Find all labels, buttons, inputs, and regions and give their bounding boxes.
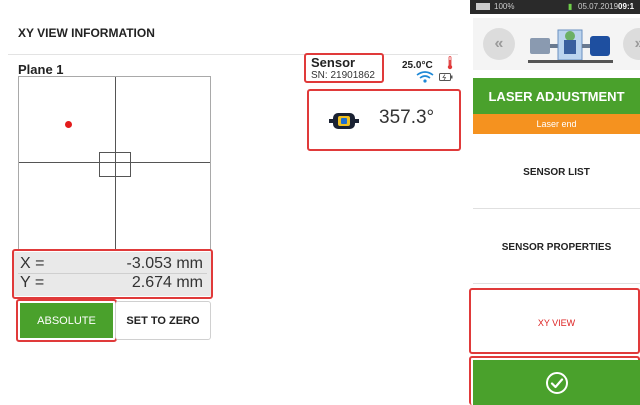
plane-label: Plane 1 (18, 62, 64, 77)
status-datetime: 05.07.201909:1 (578, 2, 634, 11)
prev-arrow-icon[interactable]: « (483, 28, 515, 60)
next-arrow-icon[interactable]: » (623, 28, 640, 60)
y-label: Y = (20, 274, 45, 291)
laser-end-badge: Laser end (473, 114, 640, 134)
confirm-button[interactable] (473, 360, 640, 405)
sensor-serial: SN: 21901862 (311, 70, 375, 81)
wifi-icon (416, 71, 434, 83)
plot-target-box (99, 152, 131, 177)
sensor-title: Sensor (311, 55, 356, 70)
x-readout-row: X = -3.053 mm (20, 255, 203, 275)
sidebar-item-sensor-properties[interactable]: SENSOR PROPERTIES (473, 212, 640, 284)
thermometer-icon (447, 56, 453, 70)
x-label: X = (20, 255, 45, 272)
set-to-zero-button[interactable]: SET TO ZERO (115, 301, 211, 340)
sidebar-item-xy-view[interactable]: XY VIEW (473, 290, 640, 356)
plot-position-marker (65, 121, 72, 128)
laser-sensor-icon (329, 113, 359, 129)
header-divider (8, 54, 458, 55)
status-date: 05.07.2019 (578, 2, 619, 11)
angle-value: 357.3° (379, 107, 435, 128)
y-value: 2.674 mm (131, 274, 203, 291)
status-battery-pct: 100% (494, 2, 515, 11)
xy-plot (18, 76, 211, 250)
angle-display: 357.3° (309, 91, 459, 149)
laser-adjustment-button[interactable]: LASER ADJUSTMENT (473, 78, 640, 114)
sensor-temperature: 25.0°C (402, 60, 433, 71)
machine-train-icon[interactable] (528, 22, 613, 66)
checkmark-circle-icon (545, 371, 568, 394)
status-time: 09:1 (618, 2, 635, 11)
y-readout-row: Y = 2.674 mm (20, 274, 203, 294)
page-title: XY VIEW INFORMATION (18, 26, 155, 40)
absolute-button[interactable]: ABSOLUTE (20, 303, 113, 338)
battery-icon (439, 73, 453, 81)
machine-strip: « » (473, 18, 640, 70)
x-value: -3.053 mm (126, 255, 203, 272)
xy-readout: X = -3.053 mm Y = 2.674 mm (14, 252, 211, 296)
status-battery-icon (476, 3, 490, 10)
status-bar: 100% ▮ 05.07.201909:1 (470, 0, 640, 14)
sidebar-item-sensor-list[interactable]: SENSOR LIST (473, 137, 640, 209)
signal-icon: ▮ (568, 2, 573, 11)
